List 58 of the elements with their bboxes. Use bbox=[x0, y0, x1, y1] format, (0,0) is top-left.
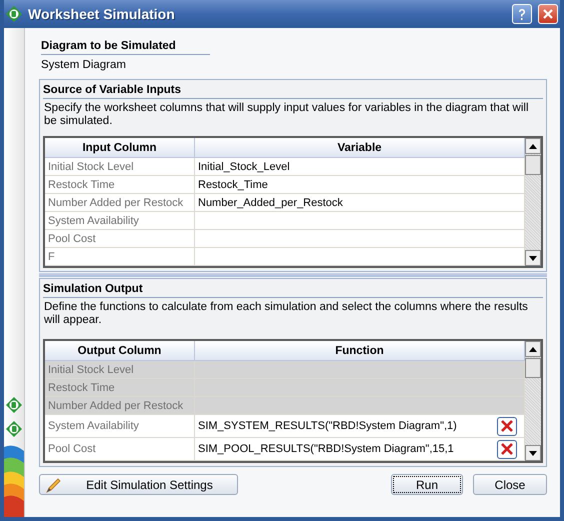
up-arrow-icon bbox=[529, 144, 537, 148]
scrollbar[interactable] bbox=[525, 138, 541, 266]
close-icon bbox=[501, 443, 513, 455]
scroll-up-button[interactable] bbox=[525, 341, 541, 357]
scroll-up-button[interactable] bbox=[525, 138, 541, 154]
scroll-down-button[interactable] bbox=[525, 250, 541, 266]
pencil-icon bbox=[46, 476, 62, 492]
scrollbar[interactable] bbox=[525, 341, 541, 461]
table-cell: Restock Time bbox=[45, 176, 195, 194]
table-cell[interactable]: Number_Added_per_Restock bbox=[195, 194, 525, 212]
table-cell: Initial Stock Level bbox=[45, 361, 195, 379]
section-heading: Simulation Output bbox=[43, 283, 543, 298]
window-title: Worksheet Simulation bbox=[28, 6, 176, 22]
table-cell[interactable]: SIM_SYSTEM_RESULTS("RBD!System Diagram",1) bbox=[195, 415, 525, 438]
delete-button[interactable] bbox=[497, 416, 517, 436]
down-arrow-icon bbox=[529, 450, 537, 456]
table-cell: Number Added per Restock bbox=[45, 397, 195, 415]
up-arrow-icon bbox=[529, 346, 537, 352]
column-header[interactable]: Output Column bbox=[45, 341, 195, 361]
table-cell: Pool Cost bbox=[45, 438, 195, 461]
edit-settings-button[interactable]: Edit Simulation Settings bbox=[39, 474, 238, 495]
diamond-logo-icon bbox=[6, 6, 22, 22]
table-cell: Number Added per Restock bbox=[45, 194, 195, 212]
question-mark-icon bbox=[518, 8, 526, 20]
function-text: SIM_POOL_RESULTS("RBD!System Diagram",15,1 bbox=[198, 443, 455, 455]
table-cell[interactable]: Restock_Time bbox=[195, 176, 525, 194]
section-heading: Diagram to be Simulated bbox=[41, 40, 210, 55]
section-description: Define the functions to calculate from each simulation and select the columns where the results will appear. bbox=[44, 301, 529, 328]
scroll-down-button[interactable] bbox=[525, 445, 541, 461]
close-dialog-button[interactable]: Close bbox=[473, 474, 547, 495]
table-cell: Initial Stock Level bbox=[45, 158, 195, 176]
table-cell: F bbox=[45, 248, 195, 266]
section-heading: Source of Variable Inputs bbox=[43, 84, 543, 99]
table-cell: Restock Time bbox=[45, 379, 195, 397]
column-header[interactable]: Input Column bbox=[45, 138, 195, 158]
delete-button[interactable] bbox=[497, 440, 517, 458]
table-cell[interactable]: Initial_Stock_Level bbox=[195, 158, 525, 176]
splitter-handle[interactable] bbox=[39, 273, 547, 277]
scroll-thumb[interactable] bbox=[525, 155, 541, 175]
function-text: SIM_SYSTEM_RESULTS("RBD!System Diagram",1) bbox=[198, 420, 458, 432]
run-button[interactable]: Run bbox=[391, 474, 463, 495]
close-icon bbox=[501, 420, 513, 432]
help-button[interactable] bbox=[512, 4, 532, 24]
table-cell[interactable]: SIM_POOL_RESULTS("RBD!System Diagram",15,1 bbox=[195, 438, 525, 461]
diamond-logo-icon bbox=[6, 421, 22, 437]
column-header[interactable]: Function bbox=[195, 341, 525, 361]
down-arrow-icon bbox=[529, 256, 537, 260]
close-icon bbox=[543, 9, 553, 19]
close-button[interactable] bbox=[538, 4, 558, 24]
diamond-logo-icon bbox=[6, 397, 22, 413]
section-description: Specify the worksheet columns that will supply input values for variables in the diagram that will be simulated. bbox=[44, 102, 530, 129]
table-cell: System Availability bbox=[45, 212, 195, 230]
scroll-thumb[interactable] bbox=[525, 358, 541, 378]
wave-stripes-icon bbox=[4, 445, 24, 517]
table-cell: System Availability bbox=[45, 415, 195, 438]
diagram-name: System Diagram bbox=[41, 59, 127, 71]
column-header[interactable]: Variable bbox=[195, 138, 525, 158]
table-cell: Pool Cost bbox=[45, 230, 195, 248]
